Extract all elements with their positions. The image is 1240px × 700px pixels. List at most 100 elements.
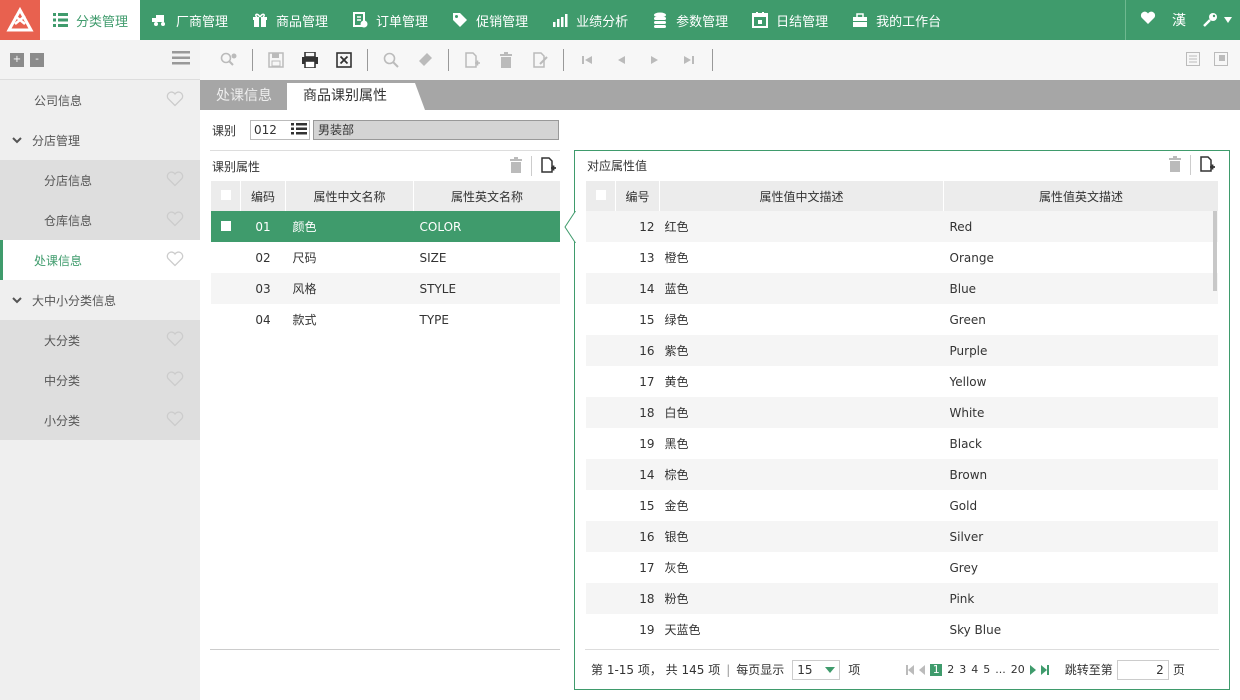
column-header[interactable]: 属性英文名称: [413, 181, 560, 211]
favorite-heart-icon[interactable]: [1140, 11, 1156, 29]
nav-item-vendor[interactable]: 厂商管理: [140, 0, 240, 40]
first-page-icon[interactable]: [906, 664, 915, 675]
tab-section-info[interactable]: 处课信息: [200, 83, 288, 110]
delete-trash-icon[interactable]: [495, 49, 517, 71]
save-icon[interactable]: [265, 49, 287, 71]
search-icon[interactable]: [380, 49, 402, 71]
sidebar-item-section-info[interactable]: 处课信息: [0, 240, 200, 280]
page-link[interactable]: 3: [959, 663, 966, 676]
column-header[interactable]: 属性值英文描述: [943, 181, 1218, 211]
next-page-icon[interactable]: [1029, 664, 1036, 675]
edit-document-icon[interactable]: [529, 49, 551, 71]
last-page-icon[interactable]: [1040, 664, 1049, 675]
table-row[interactable]: 17 黄色 Yellow: [586, 366, 1219, 397]
table-row[interactable]: 02 尺码 SIZE: [211, 242, 561, 273]
nav-item-category[interactable]: 分类管理: [40, 0, 141, 40]
add-document-icon[interactable]: [540, 156, 556, 176]
table-row[interactable]: 03 风格 STYLE: [210, 273, 560, 304]
table-row[interactable]: 16 银色 Silver: [585, 521, 1218, 552]
delete-trash-icon[interactable]: [509, 156, 523, 176]
table-row[interactable]: 15 绿色 Green: [586, 304, 1219, 335]
column-header[interactable]: 属性值中文描述: [659, 181, 944, 211]
add-document-icon[interactable]: [461, 49, 483, 71]
sidebar-item-branch-info[interactable]: 分店信息: [0, 160, 200, 200]
table-row[interactable]: 01 颜色 COLOR: [210, 211, 560, 242]
row-checkbox[interactable]: [210, 211, 241, 242]
heart-outline-icon[interactable]: [166, 331, 184, 350]
add-document-icon[interactable]: [1199, 155, 1215, 175]
heart-outline-icon[interactable]: [166, 251, 184, 270]
sidebar-item-large-class[interactable]: 大分类: [0, 320, 200, 360]
close-square-icon[interactable]: [333, 49, 355, 71]
nav-right-tools: 漢: [1125, 0, 1240, 40]
table-row[interactable]: 15 金色 Gold: [586, 490, 1219, 521]
table-row[interactable]: 16 紫色 Purple: [585, 335, 1218, 366]
table-row[interactable]: 14 蓝色 Blue: [585, 273, 1218, 304]
scrollbar-thumb[interactable]: [1213, 211, 1217, 291]
delete-trash-icon[interactable]: [1168, 155, 1182, 175]
heart-outline-icon[interactable]: [166, 171, 184, 190]
sidebar-item-small-class[interactable]: 小分类: [0, 400, 200, 440]
select-all-checkbox[interactable]: [585, 181, 616, 211]
table-row[interactable]: 18 白色 White: [585, 397, 1218, 428]
next-record-icon[interactable]: [644, 49, 666, 71]
table-row[interactable]: 14 棕色 Brown: [585, 459, 1218, 490]
print-icon[interactable]: [299, 49, 321, 71]
list-picker-icon[interactable]: [291, 122, 308, 138]
nav-item-workbench[interactable]: 我的工作台: [840, 0, 953, 40]
nav-item-promotion[interactable]: 促销管理: [440, 0, 540, 40]
heart-outline-icon[interactable]: [166, 91, 184, 110]
settings-key-icon[interactable]: [1202, 12, 1232, 28]
previous-page-icon[interactable]: [919, 664, 926, 675]
nav-item-daily[interactable]: 日结管理: [740, 0, 840, 40]
list-view-icon[interactable]: [1186, 51, 1200, 69]
column-header[interactable]: 属性中文名称: [285, 181, 414, 211]
search-settings-icon[interactable]: [218, 49, 240, 71]
table-row[interactable]: 04 款式 TYPE: [211, 304, 561, 335]
previous-record-icon[interactable]: [610, 49, 632, 71]
column-header[interactable]: 编号: [615, 181, 660, 211]
nav-item-order[interactable]: 订单管理: [340, 0, 440, 40]
tab-product-section-attributes[interactable]: 商品课别属性: [287, 83, 425, 110]
sidebar-group-classification[interactable]: 大中小分类信息: [0, 280, 200, 320]
table-row[interactable]: 19 天蓝色 Sky Blue: [586, 614, 1219, 645]
sidebar-item-company-info[interactable]: 公司信息: [0, 80, 200, 120]
table-row[interactable]: 19 黑色 Black: [586, 428, 1219, 459]
app-logo[interactable]: [0, 0, 40, 40]
table-row[interactable]: 12 红色 Red: [585, 211, 1218, 242]
nav-item-analysis[interactable]: 业绩分析: [540, 0, 640, 40]
window-view-icon[interactable]: [1214, 51, 1228, 69]
row-checkbox-cell: [585, 459, 616, 490]
nav-item-product[interactable]: 商品管理: [240, 0, 340, 40]
column-header[interactable]: 编码: [240, 181, 286, 211]
page-link-current[interactable]: 1: [930, 663, 943, 676]
jump-page-input[interactable]: 2: [1116, 659, 1169, 680]
sidebar-item-medium-class[interactable]: 中分类: [0, 360, 200, 400]
select-all-checkbox[interactable]: [210, 181, 241, 211]
page-link[interactable]: 2: [947, 663, 954, 676]
per-page-select[interactable]: 15: [792, 659, 841, 680]
collapse-all-icon[interactable]: -: [30, 52, 44, 67]
sidebar-item-warehouse-info[interactable]: 仓库信息: [0, 200, 200, 240]
page-link[interactable]: 4: [971, 663, 978, 676]
category-code-field[interactable]: 012: [250, 120, 311, 140]
nav-item-label: 订单管理: [376, 14, 429, 30]
nav-item-params[interactable]: 参数管理: [640, 0, 740, 40]
table-row[interactable]: 17 灰色 Grey: [586, 552, 1219, 583]
heart-outline-icon[interactable]: [166, 371, 184, 390]
page-link[interactable]: 5: [983, 663, 990, 676]
heart-outline-icon[interactable]: [166, 211, 184, 230]
eraser-icon[interactable]: [414, 49, 436, 71]
toolbar-divider: [563, 49, 564, 71]
panel-title: 课别属性: [212, 159, 261, 174]
table-row[interactable]: 13 橙色 Orange: [586, 242, 1219, 273]
page-link[interactable]: 20: [1011, 663, 1025, 676]
first-record-icon[interactable]: [576, 49, 598, 71]
heart-outline-icon[interactable]: [166, 411, 184, 430]
table-row[interactable]: 18 粉色 Pink: [585, 583, 1218, 614]
sidebar-group-branch[interactable]: 分店管理: [0, 120, 200, 160]
expand-all-icon[interactable]: +: [10, 52, 24, 67]
language-toggle[interactable]: 漢: [1172, 10, 1186, 30]
last-record-icon[interactable]: [678, 49, 700, 71]
hamburger-menu-icon[interactable]: [172, 51, 190, 68]
